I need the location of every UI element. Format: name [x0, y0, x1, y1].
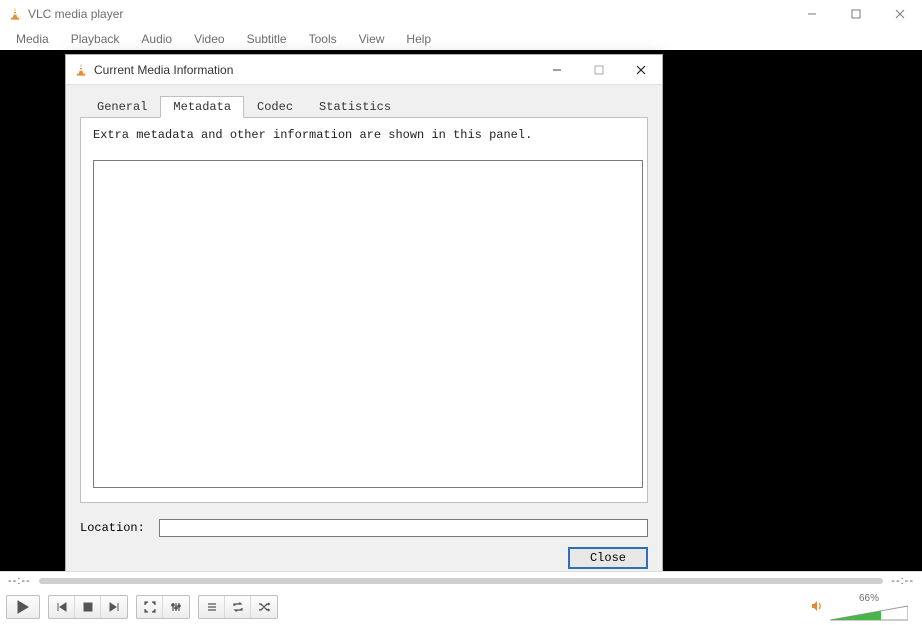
dialog-minimize-button[interactable] [536, 55, 578, 85]
extended-settings-button[interactable] [163, 596, 189, 618]
vlc-cone-icon [8, 7, 22, 21]
volume-slider[interactable] [830, 604, 908, 622]
menu-audio[interactable]: Audio [131, 30, 182, 48]
window-minimize-button[interactable] [790, 0, 834, 28]
menu-video[interactable]: Video [184, 30, 234, 48]
location-row: Location: [80, 519, 648, 537]
dialog-window-controls [536, 55, 662, 85]
previous-button[interactable] [49, 596, 75, 618]
window-controls [790, 0, 922, 28]
location-label: Location: [80, 521, 145, 535]
dialog-title: Current Media Information [94, 63, 536, 77]
volume-percent: 66% [859, 593, 879, 604]
control-row: 66% [0, 590, 922, 624]
menu-playback[interactable]: Playback [61, 30, 130, 48]
tab-codec[interactable]: Codec [244, 96, 306, 118]
main-titlebar: VLC media player [0, 0, 922, 28]
metadata-textarea[interactable] [93, 160, 643, 488]
transport-group [48, 595, 128, 619]
menu-view[interactable]: View [349, 30, 395, 48]
dialog-titlebar[interactable]: Current Media Information [66, 55, 662, 85]
stop-button[interactable] [75, 596, 101, 618]
dialog-close-action-button[interactable]: Close [568, 547, 648, 569]
tab-general[interactable]: General [84, 96, 160, 118]
shuffle-button[interactable] [251, 596, 277, 618]
metadata-hint: Extra metadata and other information are… [93, 128, 635, 142]
media-info-dialog: Current Media Information General Metada… [65, 54, 663, 582]
dialog-body: General Metadata Codec Statistics Extra … [66, 85, 662, 581]
dialog-close-button[interactable] [620, 55, 662, 85]
location-input[interactable] [159, 519, 648, 537]
dialog-button-row: Close [80, 547, 648, 569]
menu-subtitle[interactable]: Subtitle [237, 30, 297, 48]
menu-help[interactable]: Help [396, 30, 441, 48]
window-maximize-button[interactable] [834, 0, 878, 28]
speaker-icon[interactable] [810, 599, 824, 616]
play-button[interactable] [6, 595, 40, 619]
menu-media[interactable]: Media [6, 30, 59, 48]
seek-slider[interactable] [39, 578, 884, 584]
fullscreen-button[interactable] [137, 596, 163, 618]
dialog-maximize-button[interactable] [578, 55, 620, 85]
window-close-button[interactable] [878, 0, 922, 28]
menu-bar: Media Playback Audio Video Subtitle Tool… [0, 28, 922, 50]
player-controls: --:-- --:-- [0, 571, 922, 623]
loop-button[interactable] [225, 596, 251, 618]
tab-metadata[interactable]: Metadata [160, 96, 244, 118]
volume-control: 66% [810, 593, 916, 622]
view-group [136, 595, 190, 619]
tab-statistics[interactable]: Statistics [306, 96, 404, 118]
next-button[interactable] [101, 596, 127, 618]
playlist-button[interactable] [199, 596, 225, 618]
menu-tools[interactable]: Tools [299, 30, 347, 48]
app-title: VLC media player [28, 7, 790, 21]
seek-row: --:-- --:-- [0, 572, 922, 590]
playlist-group [198, 595, 278, 619]
vlc-cone-icon [74, 63, 88, 77]
dialog-tabs: General Metadata Codec Statistics [80, 96, 648, 118]
time-elapsed: --:-- [8, 575, 31, 587]
tab-panel-metadata: Extra metadata and other information are… [80, 117, 648, 503]
time-total: --:-- [891, 575, 914, 587]
